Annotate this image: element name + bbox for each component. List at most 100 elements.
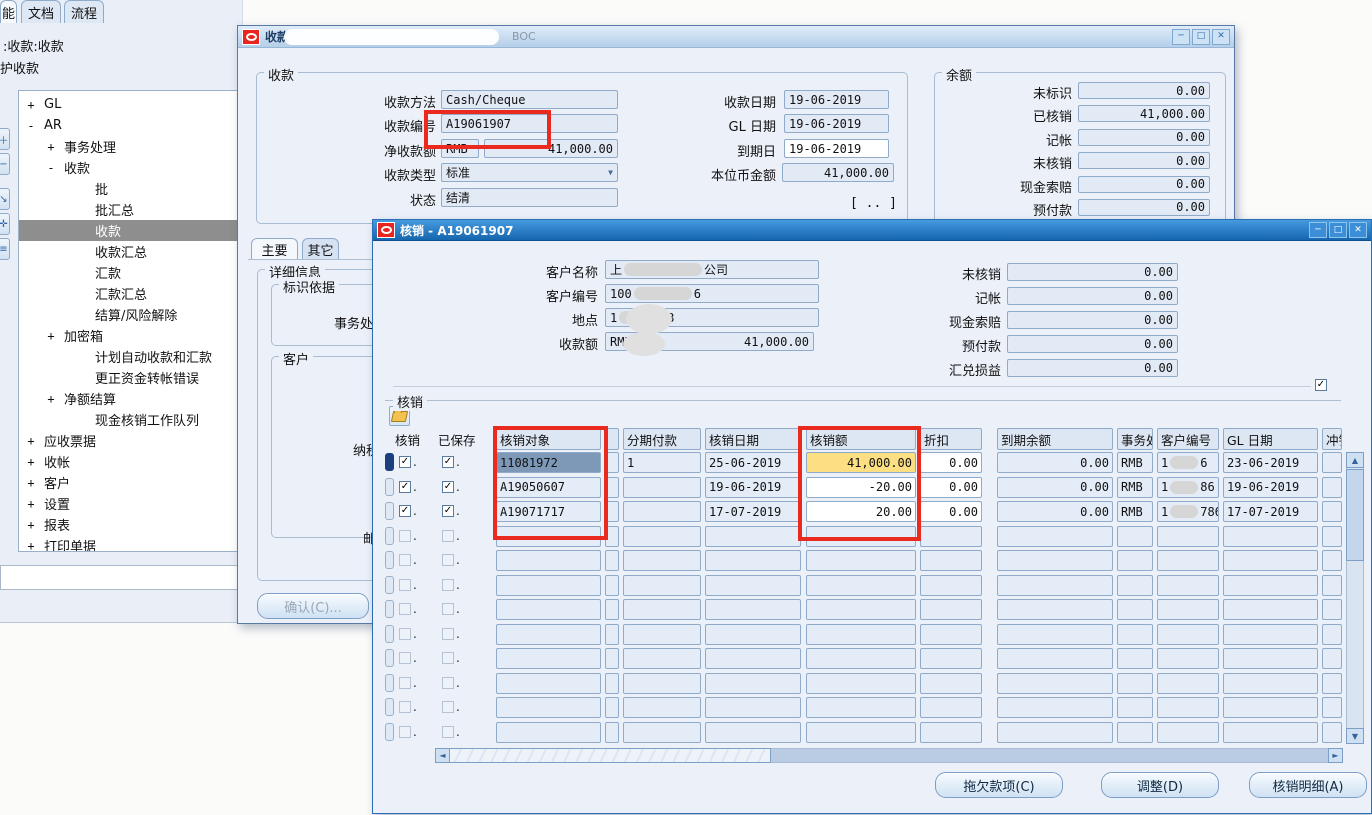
apply-date-cell[interactable] [705, 722, 801, 743]
amount-applied-cell[interactable] [806, 575, 916, 596]
header-amount-applied[interactable]: 核销额 [806, 428, 916, 450]
adjustment-button[interactable]: 调整(D) [1101, 772, 1219, 798]
saved-checkbox[interactable] [442, 726, 454, 738]
tree-item[interactable]: - 收款 [19, 157, 242, 178]
amount-applied-cell[interactable] [806, 648, 916, 669]
saved-checkbox[interactable] [442, 481, 454, 493]
apply-to-cell[interactable]: 11081972 [496, 452, 601, 473]
apply-date-cell[interactable] [705, 697, 801, 718]
tree-item[interactable]: 批 [19, 178, 242, 199]
applied-checkbox[interactable] [399, 628, 411, 640]
currency-field[interactable]: RMB [441, 139, 479, 158]
tree-item[interactable]: + 客户 [19, 472, 242, 493]
applied-checkbox[interactable] [399, 579, 411, 591]
toolbar-minus-button[interactable]: − [0, 153, 10, 175]
saved-checkbox[interactable] [442, 456, 454, 468]
customer-number-field[interactable]: 100 6 [605, 284, 819, 303]
installment-cell[interactable] [623, 550, 701, 571]
installment-cell[interactable] [623, 673, 701, 694]
saved-checkbox[interactable] [442, 701, 454, 713]
apply-to-cell[interactable] [496, 673, 601, 694]
amount-applied-cell[interactable]: -20.00 [806, 477, 916, 498]
apply-to-cell[interactable]: A19071717 [496, 501, 601, 522]
apply-to-cell[interactable] [496, 722, 601, 743]
tree-item[interactable]: + 收帐 [19, 451, 242, 472]
row-selector[interactable] [385, 527, 394, 545]
applied-checkbox[interactable] [399, 456, 411, 468]
tree-item[interactable]: + 应收票据 [19, 430, 242, 451]
discount-cell[interactable] [920, 526, 982, 547]
saved-checkbox[interactable] [442, 505, 454, 517]
applied-checkbox[interactable] [399, 505, 411, 517]
tab-other[interactable]: 其它 [302, 238, 339, 260]
discount-cell[interactable] [920, 599, 982, 620]
header-balance-due[interactable]: 到期余额 [997, 428, 1113, 450]
tree-item[interactable]: 更正资金转帐错误 [19, 367, 242, 388]
tree-expander-icon[interactable]: + [24, 497, 38, 511]
saved-checkbox[interactable] [442, 677, 454, 689]
applied-checkbox[interactable] [399, 603, 411, 615]
apply-date-cell[interactable] [705, 575, 801, 596]
apply-date-cell[interactable] [705, 624, 801, 645]
amount-applied-cell[interactable] [806, 722, 916, 743]
saved-checkbox[interactable] [442, 603, 454, 615]
apply-to-cell[interactable] [496, 526, 601, 547]
maturity-date-field[interactable]: 19-06-2019 [784, 139, 889, 158]
amount-applied-cell[interactable] [806, 673, 916, 694]
saved-checkbox[interactable] [442, 652, 454, 664]
row-selector[interactable] [385, 551, 394, 569]
tree-expander-icon[interactable]: - [24, 119, 38, 133]
scroll-up-icon[interactable]: ▲ [1346, 452, 1364, 468]
apply-date-cell[interactable] [705, 550, 801, 571]
row-selector[interactable] [385, 576, 394, 594]
discount-cell[interactable] [920, 575, 982, 596]
installment-cell[interactable] [623, 599, 701, 620]
installment-cell[interactable] [623, 697, 701, 718]
vertical-scroll-thumb[interactable] [1346, 469, 1364, 561]
tree-item[interactable]: + 报表 [19, 514, 242, 535]
installment-cell[interactable] [623, 477, 701, 498]
installment-cell[interactable] [623, 526, 701, 547]
apply-date-cell[interactable]: 25-06-2019 [705, 452, 801, 473]
amount-applied-cell[interactable] [806, 550, 916, 571]
gl-date-field[interactable]: 19-06-2019 [784, 114, 889, 133]
saved-checkbox[interactable] [442, 579, 454, 591]
apply-date-cell[interactable]: 17-07-2019 [705, 501, 801, 522]
saved-checkbox[interactable] [442, 530, 454, 542]
receipt-type-select[interactable]: 标准 ▼ [441, 163, 618, 182]
chevron-down-icon[interactable]: ▼ [608, 168, 613, 177]
scroll-left-icon[interactable]: ◄ [435, 748, 450, 763]
applied-checkbox[interactable] [399, 701, 411, 713]
close-icon[interactable]: ✕ [1212, 29, 1230, 45]
discount-cell[interactable]: 0.00 [920, 477, 982, 498]
apply-to-cell[interactable] [496, 550, 601, 571]
discount-cell[interactable]: 0.00 [920, 452, 982, 473]
toolbar-plus-button[interactable]: ＋ [0, 128, 10, 150]
row-selector[interactable] [385, 600, 394, 618]
apply-to-cell[interactable]: A19050607 [496, 477, 601, 498]
row-selector[interactable] [385, 649, 394, 667]
tree-expander-icon[interactable]: + [44, 140, 58, 154]
amount-applied-cell[interactable]: 20.00 [806, 501, 916, 522]
scroll-right-icon[interactable]: ► [1328, 748, 1343, 763]
tree-expander-icon[interactable]: + [24, 455, 38, 469]
tree-item[interactable]: 现金核销工作队列 [19, 409, 242, 430]
tree-expander-icon[interactable]: - [44, 161, 58, 175]
tree-item[interactable]: 汇款 [19, 262, 242, 283]
row-selector[interactable] [385, 698, 394, 716]
discount-cell[interactable] [920, 673, 982, 694]
discount-cell[interactable] [920, 648, 982, 669]
applied-checkbox[interactable] [399, 481, 411, 493]
tree-item[interactable]: + 净额结算 [19, 388, 242, 409]
tree-item[interactable]: 批汇总 [19, 199, 242, 220]
method-field[interactable]: Cash/Cheque [441, 90, 618, 109]
amount-applied-cell[interactable] [806, 624, 916, 645]
installment-cell[interactable] [623, 624, 701, 645]
maximize-icon[interactable]: □ [1192, 29, 1210, 45]
flexfield-button[interactable]: [ .. ] [850, 196, 900, 211]
receipt-date-field[interactable]: 19-06-2019 [784, 90, 889, 109]
tree-item[interactable]: + 事务处理 [19, 136, 242, 157]
tree-item[interactable]: + 加密箱 [19, 325, 242, 346]
open-balances-checkbox[interactable] [1315, 379, 1327, 391]
apply-date-cell[interactable] [705, 648, 801, 669]
